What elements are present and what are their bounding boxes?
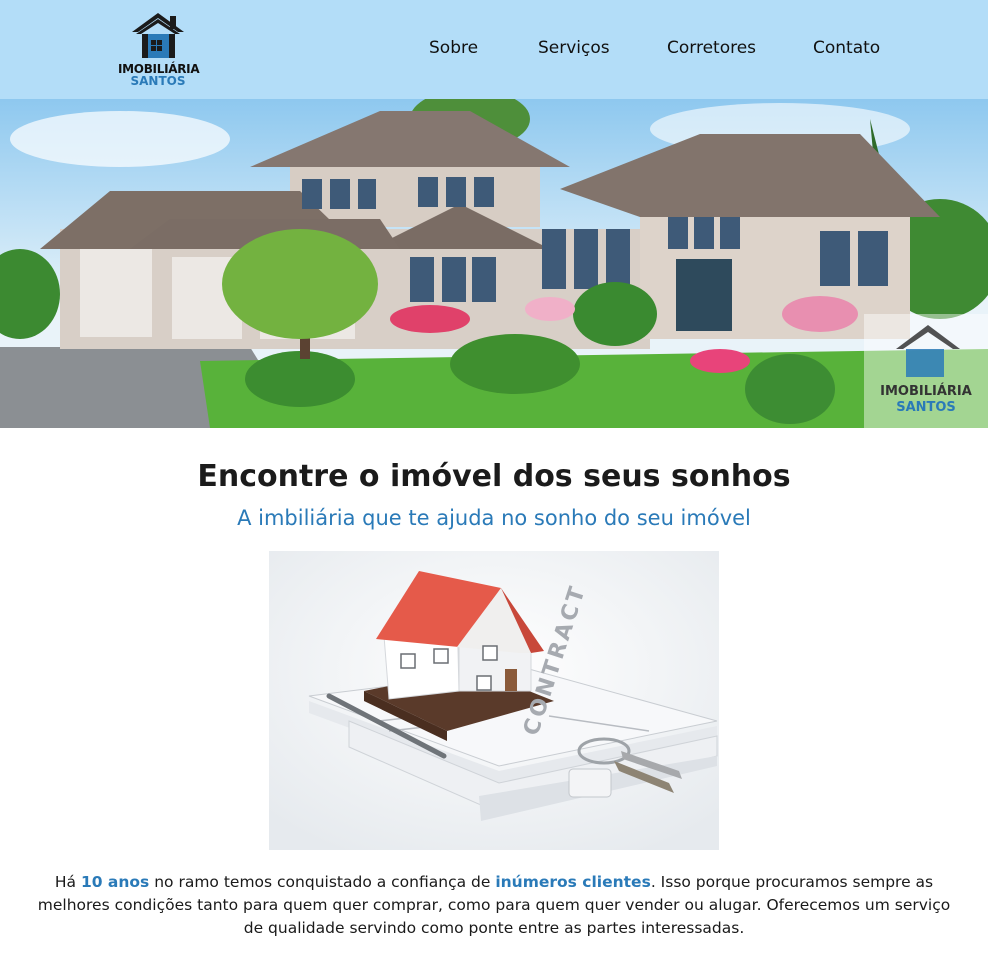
page-subtitle: A imbiliária que te ajuda no sonho do se… xyxy=(237,506,751,530)
nav-link-corretores[interactable]: Corretores xyxy=(667,38,756,62)
hero-banner-image: IMOBILIÁRIA SANTOS xyxy=(0,99,988,428)
nav-link-servicos[interactable]: Serviços xyxy=(538,38,610,62)
about-text-1: Há xyxy=(54,873,81,891)
brand-logo[interactable]: IMOBILIÁRIA SANTOS xyxy=(118,10,200,90)
hero-watermark-line2: SANTOS xyxy=(896,400,956,415)
nav-link-contato[interactable]: Contato xyxy=(813,38,880,62)
about-highlight-years: 10 anos xyxy=(80,873,150,891)
house-contract-photo: CONTRACT xyxy=(269,551,719,850)
hero-watermark-line1: IMOBILIÁRIA xyxy=(880,384,972,399)
about-highlight-clients: inúmeros clientes xyxy=(495,873,651,891)
about-text-2: no ramo temos conquistado a confiança de xyxy=(149,873,496,891)
nav-link-sobre[interactable]: Sobre xyxy=(429,38,478,62)
site-header: IMOBILIÁRIA SANTOS Sobre Serviços Corret… xyxy=(0,0,988,99)
house-logo-icon xyxy=(132,13,184,58)
house-model-illustration xyxy=(269,551,719,850)
house-photo-illustration xyxy=(0,99,988,428)
about-paragraph: Há 10 anos no ramo temos conquistado a c… xyxy=(30,871,958,940)
logo-text-santos: SANTOS xyxy=(130,74,186,88)
page-title: Encontre o imóvel dos seus sonhos xyxy=(197,459,791,494)
